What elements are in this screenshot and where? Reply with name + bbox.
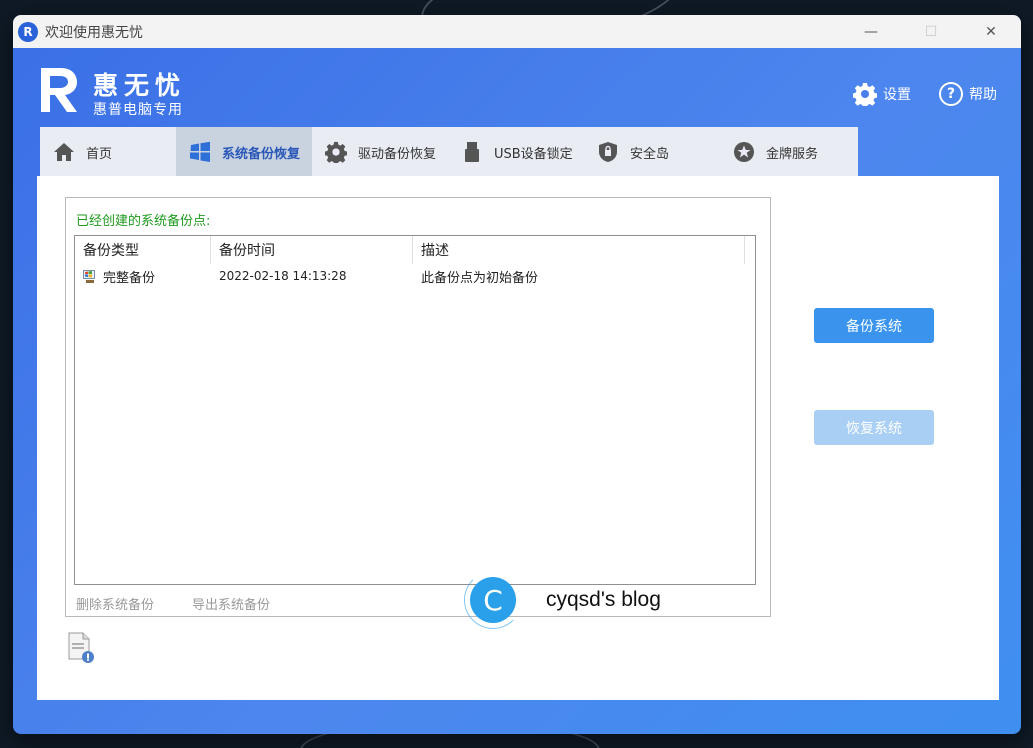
tab-label: 安全岛: [630, 146, 670, 162]
windows-icon: [188, 140, 212, 164]
tab-safe-island[interactable]: 安全岛: [584, 127, 720, 177]
watermark-logo: C: [470, 577, 516, 623]
settings-label: 设置: [883, 87, 911, 103]
window-controls: — ☐ ✕: [841, 15, 1021, 48]
tab-label: 系统备份恢复: [222, 146, 301, 162]
home-icon: [52, 140, 76, 164]
delete-backup-link[interactable]: 删除系统备份: [76, 594, 154, 613]
main-tabs: 首页 系统备份恢复 驱动备份恢复 USB设备锁定 安全岛 金牌服务: [40, 127, 858, 177]
title-bar: R 欢迎使用惠无忧 — ☐ ✕: [13, 15, 1021, 48]
column-header-desc[interactable]: 描述: [413, 236, 745, 264]
tab-home[interactable]: 首页: [40, 127, 176, 177]
tab-driver-backup[interactable]: 驱动备份恢复: [312, 127, 448, 177]
help-button[interactable]: ? 帮助: [939, 82, 997, 106]
minimize-button[interactable]: —: [841, 15, 901, 48]
backup-list[interactable]: 备份类型 备份时间 描述 完整备份 2022-02-18 14:13:28 此备…: [74, 235, 756, 585]
backup-system-button[interactable]: 备份系统: [814, 308, 934, 343]
export-backup-link[interactable]: 导出系统备份: [192, 594, 270, 613]
tab-label: 金牌服务: [766, 146, 819, 162]
backup-description: 此备份点为初始备份: [421, 270, 539, 286]
cell-type: 完整备份: [75, 267, 211, 286]
lock-shield-icon: [596, 140, 620, 164]
app-window: R 欢迎使用惠无忧 — ☐ ✕ 惠无忧 惠普电脑专用 设置 ? 帮助 首页 系统…: [13, 15, 1021, 734]
content-panel: 已经创建的系统备份点: 备份类型 备份时间 描述 完整备份 2022-02-18…: [37, 176, 999, 700]
backup-type: 完整备份: [103, 270, 156, 286]
computer-backup-icon: [83, 270, 95, 283]
backup-time: 2022-02-18 14:13:28: [219, 269, 347, 283]
maximize-button[interactable]: ☐: [901, 15, 961, 48]
backup-points-group: 已经创建的系统备份点: 备份类型 备份时间 描述 完整备份 2022-02-18…: [65, 197, 771, 617]
tab-usb-lock[interactable]: USB设备锁定: [448, 127, 584, 177]
star-medal-icon: [732, 140, 756, 164]
gear-icon: [853, 83, 877, 106]
help-label: 帮助: [969, 87, 997, 103]
tab-system-backup[interactable]: 系统备份恢复: [176, 127, 312, 177]
gear-icon: [324, 140, 348, 164]
tab-label: USB设备锁定: [494, 146, 573, 162]
column-header-time[interactable]: 备份时间: [211, 236, 413, 264]
group-title: 已经创建的系统备份点:: [76, 214, 211, 229]
close-button[interactable]: ✕: [961, 15, 1021, 48]
watermark-text: cyqsd's blog: [546, 588, 661, 611]
tab-label: 首页: [86, 146, 113, 162]
settings-button[interactable]: 设置: [853, 82, 911, 106]
brand-name: 惠无忧: [93, 71, 187, 100]
app-logo-icon: R: [18, 21, 38, 42]
help-icon: ?: [939, 82, 963, 106]
column-header-type[interactable]: 备份类型: [75, 236, 211, 264]
table-row[interactable]: 完整备份 2022-02-18 14:13:28 此备份点为初始备份: [75, 264, 755, 288]
usb-icon: [460, 140, 484, 164]
brand-logo-icon: [41, 68, 77, 112]
list-header: 备份类型 备份时间 描述: [75, 236, 755, 264]
brand-subtitle: 惠普电脑专用: [93, 102, 183, 118]
tab-label: 驱动备份恢复: [358, 146, 437, 162]
restore-system-button[interactable]: 恢复系统: [814, 410, 934, 445]
tab-gold-service[interactable]: 金牌服务: [720, 127, 858, 177]
backup-actions-links: 删除系统备份 导出系统备份: [76, 594, 270, 613]
log-document-icon[interactable]: [67, 632, 95, 664]
window-title: 欢迎使用惠无忧: [45, 24, 143, 41]
